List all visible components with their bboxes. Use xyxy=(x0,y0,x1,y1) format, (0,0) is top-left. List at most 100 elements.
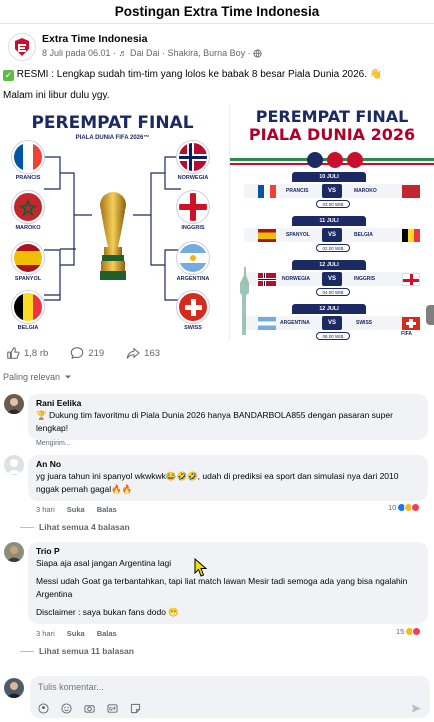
page-name[interactable]: Extra Time Indonesia xyxy=(42,33,262,46)
comment-input-box[interactable] xyxy=(30,676,430,718)
reply-button[interactable]: Balas xyxy=(97,505,117,514)
send-icon[interactable] xyxy=(411,703,422,714)
avatar[interactable] xyxy=(4,542,24,562)
schedule-subtitle: PIALA DUNIA 2026 xyxy=(248,125,416,144)
comment-icon xyxy=(71,347,84,360)
comment: An No yg juara tahun ini spanyol wkwkwk😂… xyxy=(4,455,428,501)
view-replies-link[interactable]: Lihat semua 11 balasan xyxy=(20,646,134,656)
away-team: BELGIA xyxy=(354,232,373,238)
share-icon xyxy=(126,348,140,359)
team-label: INGGRIS xyxy=(181,225,205,231)
page-avatar[interactable] xyxy=(8,33,36,61)
match-time: 03.00 WIB xyxy=(316,200,350,208)
comment-input[interactable] xyxy=(38,682,418,692)
flag-england xyxy=(402,273,420,286)
comment-bubble: Trio P Siapa aja asal jangan Argentina l… xyxy=(28,542,428,624)
flag-argentina xyxy=(258,317,276,330)
share-stat[interactable]: 163 xyxy=(126,346,160,360)
reply-thread-line xyxy=(20,526,34,528)
reaction-count: 10 xyxy=(388,503,397,512)
like-button[interactable]: Suka xyxy=(67,505,85,514)
globe-icon xyxy=(253,48,262,58)
comment-author[interactable]: Rani Eelika xyxy=(36,398,420,409)
thumbs-up-icon xyxy=(7,347,20,359)
camera-icon[interactable] xyxy=(84,703,95,714)
top-bar: Postingan Extra Time Indonesia xyxy=(0,0,434,24)
comment-sort-dropdown[interactable]: Paling relevan xyxy=(3,372,72,382)
home-team: SPANYOL xyxy=(286,232,310,238)
view-replies-label: Lihat semua 4 balasan xyxy=(39,522,130,532)
love-reaction-icon xyxy=(411,503,421,512)
match-time: 02.00 WIB xyxy=(316,244,350,252)
bracket-image[interactable]: PEREMPAT FINAL PIALA DUNIA FIFA 2026™ PR… xyxy=(0,105,225,340)
away-team: MAROKO xyxy=(354,188,377,194)
comment-text-line1: Siapa aja asal jangan Argentina lagi xyxy=(36,558,172,568)
post-meta-text: 8 Juli pada 06.01 · ♬ Dai Dai · Shakira,… xyxy=(42,48,251,58)
comment-reactions[interactable]: 15 xyxy=(396,627,422,636)
flag-morocco xyxy=(402,185,420,198)
team-label: MAROKO xyxy=(15,225,41,231)
sticker-icon[interactable] xyxy=(130,703,141,714)
page-title: Postingan Extra Time Indonesia xyxy=(114,4,320,19)
comment-reactions[interactable]: 10 xyxy=(388,503,421,512)
flag-switzerland xyxy=(402,317,420,330)
comment-actions: 3 hari Suka Balas xyxy=(36,629,117,638)
comment-stat[interactable]: 219 xyxy=(70,346,104,360)
check-mark-icon: ✓ xyxy=(3,70,14,81)
flag-france xyxy=(12,141,44,173)
team-label: ARGENTINA xyxy=(176,276,210,282)
mouse-cursor-icon xyxy=(194,558,208,577)
comment-bubble: Rani Eelika 🏆 Dukung tim favoritmu di Pi… xyxy=(28,394,428,440)
comment-author[interactable]: Trio P xyxy=(36,546,420,557)
post-stats: 1,8 rb 219 163 xyxy=(0,342,434,364)
flag-norway xyxy=(258,273,276,286)
world-cup-trophy-icon xyxy=(100,192,126,280)
like-stat[interactable]: 1,8 rb xyxy=(6,346,48,360)
post-meta: 8 Juli pada 06.01 · ♬ Dai Dai · Shakira,… xyxy=(42,47,262,59)
flag-norway xyxy=(177,141,209,173)
away-team: INGGRIS xyxy=(354,276,376,282)
post-text: ✓ RESMI : Lengkap sudah tim-tim yang lol… xyxy=(3,68,431,110)
home-team: ARGENTINA xyxy=(280,320,310,326)
comment-text: Siapa aja asal jangan Argentina lagi Mes… xyxy=(36,557,420,619)
comment-actions: 3 hari Suka Balas xyxy=(36,505,117,514)
schedule-title: PEREMPAT FINAL xyxy=(255,107,409,126)
flag-morocco xyxy=(12,191,44,223)
comment-time[interactable]: 3 hari xyxy=(36,505,55,514)
avatar[interactable] xyxy=(4,455,24,475)
flag-belgium xyxy=(402,229,420,242)
flag-spain xyxy=(12,242,44,274)
like-count: 1,8 rb xyxy=(24,347,49,359)
comment-composer xyxy=(4,676,432,722)
flag-belgium xyxy=(12,291,44,323)
team-label: BELGIA xyxy=(17,325,39,331)
avatar[interactable] xyxy=(4,678,24,698)
match-time: 08.00 WIB xyxy=(316,332,350,340)
reaction-count: 15 xyxy=(396,627,405,636)
match-date: 10 JULI xyxy=(292,172,366,182)
avatar[interactable] xyxy=(4,394,24,414)
sort-label: Paling relevan xyxy=(3,372,61,382)
love-reaction-icon xyxy=(412,627,422,636)
flag-switzerland xyxy=(177,291,209,323)
emoji-icon[interactable] xyxy=(61,703,72,714)
reply-button[interactable]: Balas xyxy=(97,629,117,638)
flag-france xyxy=(258,185,276,198)
view-replies-link[interactable]: Lihat semua 4 balasan xyxy=(20,522,130,532)
comment-count: 219 xyxy=(88,347,105,359)
like-button[interactable]: Suka xyxy=(67,629,85,638)
extra-time-logo-icon xyxy=(10,35,34,59)
composer-tools xyxy=(38,703,141,714)
comment-author[interactable]: An No xyxy=(36,459,420,470)
next-image-arrow[interactable] xyxy=(426,305,434,325)
view-replies-label: Lihat semua 11 balasan xyxy=(39,646,134,656)
comment-time[interactable]: 3 hari xyxy=(36,629,55,638)
vs-badge: VS xyxy=(322,316,342,330)
fifa-footer: FIFA xyxy=(401,331,412,337)
chevron-down-icon xyxy=(65,375,72,379)
home-team: PRANCIS xyxy=(286,188,309,194)
avatar-sticker-icon[interactable] xyxy=(38,703,49,714)
schedule-image[interactable]: PEREMPAT FINAL PIALA DUNIA 2026 10 JULI … xyxy=(229,105,434,340)
gif-icon[interactable] xyxy=(107,703,118,714)
team-label: SWISS xyxy=(184,325,202,331)
